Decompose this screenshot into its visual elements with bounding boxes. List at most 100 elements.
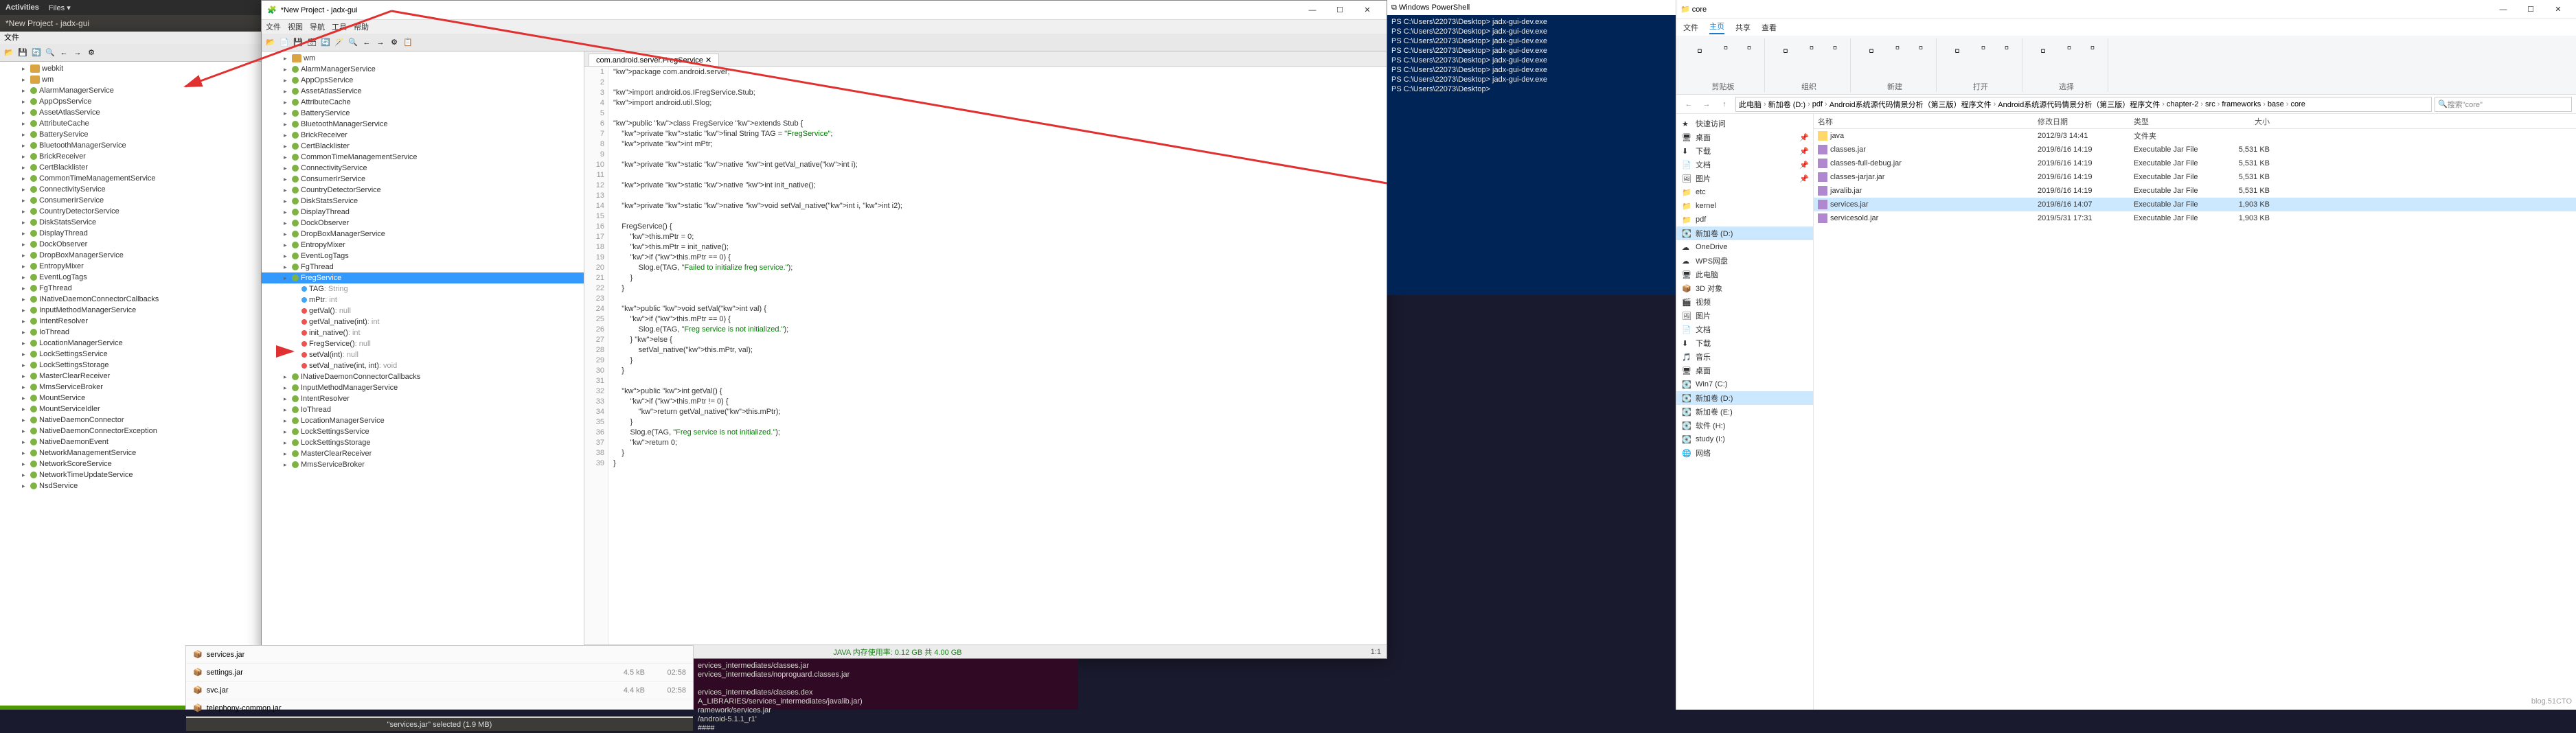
search-box[interactable]: 🔍 搜索"core" — [2435, 97, 2572, 112]
tree-node[interactable]: ▸MasterClearReceiver — [0, 371, 273, 382]
tree-node[interactable]: ▸LockSettingsStorage — [262, 437, 584, 448]
nav-item[interactable]: 💽study (I:) — [1676, 432, 1813, 446]
nav-item[interactable]: 📄文档📌 — [1676, 158, 1813, 172]
back-icon[interactable]: ← — [58, 47, 70, 59]
nav-item[interactable]: ☁WPS网盘 — [1676, 254, 1813, 268]
nautilus-row[interactable]: 📦settings.jar4.5 kB02:58 — [186, 664, 693, 682]
ribbon-button[interactable]: ▫ — [1859, 38, 1884, 63]
tree-node[interactable]: ▸BrickReceiver — [0, 151, 273, 162]
nav-item[interactable]: 💽新加卷 (D:) — [1676, 391, 1813, 405]
tree-node[interactable]: ▸CountryDetectorService — [262, 185, 584, 196]
tree-node[interactable]: ▸CommonTimeManagementService — [262, 152, 584, 163]
file-row[interactable]: servicesold.jar2019/5/31 17:31Executable… — [1814, 211, 2576, 225]
tree-node[interactable]: ▸IoThread — [262, 404, 584, 415]
file-row[interactable]: classes-jarjar.jar2019/6/16 14:19Executa… — [1814, 170, 2576, 184]
tree-node[interactable]: ▸EntropyMixer — [262, 240, 584, 251]
menu-item[interactable]: 导航 — [310, 21, 325, 32]
tree-node[interactable]: ▸LockSettingsService — [0, 349, 273, 360]
tree-node[interactable]: ▸LockSettingsService — [262, 426, 584, 437]
nav-item[interactable]: 🎵音乐 — [1676, 350, 1813, 364]
tree-node[interactable]: ▸LocationManagerService — [262, 415, 584, 426]
tree-node[interactable]: ▸NetworkTimeUpdateService — [0, 469, 273, 480]
fwd-icon[interactable]: → — [71, 47, 84, 59]
tree-node[interactable]: ▸MmsServiceBroker — [0, 382, 273, 393]
ribbon-tab[interactable]: 文件 — [1683, 22, 1698, 33]
ribbon-button[interactable]: ▫ — [1740, 38, 1759, 58]
tree-node[interactable]: ▸BluetoothManagerService — [0, 140, 273, 151]
tree-node[interactable]: ▸EventLogTags — [262, 251, 584, 261]
ribbon-button[interactable]: ▫ — [2083, 38, 2102, 58]
tree-node[interactable]: ▸FgThread — [0, 283, 273, 294]
nav-fwd[interactable]: → — [1698, 97, 1715, 112]
breadcrumb-segment[interactable]: pdf — [1812, 100, 1823, 108]
tree-node[interactable]: ▸InputMethodManagerService — [0, 305, 273, 316]
ribbon-button[interactable]: ▫ — [2060, 38, 2079, 58]
breadcrumb-segment[interactable]: chapter-2 — [2167, 100, 2198, 108]
tree-node[interactable]: ▸LockSettingsStorage — [0, 360, 273, 371]
ribbon-button[interactable]: ▫ — [1825, 38, 1845, 58]
tree-node[interactable]: ▸CertBlacklister — [262, 141, 584, 152]
breadcrumb-segment[interactable]: core — [2290, 100, 2305, 108]
search-icon[interactable]: 🔍 — [44, 47, 56, 59]
tree-node[interactable]: ▸AssetAtlasService — [0, 107, 273, 118]
breadcrumb-segment[interactable]: Android系统源代码情景分析（第三版）程序文件 — [1830, 99, 1992, 110]
activities-label[interactable]: Activities — [5, 3, 39, 12]
search-icon[interactable]: 🔍 — [347, 36, 359, 49]
nav-item[interactable]: 🎬视频 — [1676, 295, 1813, 309]
ps-terminal[interactable]: PS C:\Users\22073\Desktop> jadx-gui-dev.… — [1387, 15, 1676, 97]
tree-node[interactable]: ▸DropBoxManagerService — [0, 250, 273, 261]
ribbon-tab[interactable]: 主页 — [1709, 21, 1724, 34]
file-row[interactable]: classes-full-debug.jar2019/6/16 14:19Exe… — [1814, 156, 2576, 170]
breadcrumb-segment[interactable]: frameworks — [2222, 100, 2261, 108]
tree-node[interactable]: ▸InputMethodManagerService — [262, 382, 584, 393]
tree-node[interactable]: ▸AttributeCache — [262, 97, 584, 108]
tree-node[interactable]: ▸wm — [0, 74, 273, 85]
tree-node[interactable]: ▸MasterClearReceiver — [262, 448, 584, 459]
ribbon-tab[interactable]: 共享 — [1735, 22, 1751, 33]
nav-item[interactable]: 📦3D 对象 — [1676, 281, 1813, 295]
class-tree-main[interactable]: ▸wm▸AlarmManagerService▸AppOpsService▸As… — [262, 51, 584, 658]
nav-item[interactable]: 💽新加卷 (D:) — [1676, 226, 1813, 240]
tree-node[interactable]: setVal_native(int, int) : void — [262, 360, 584, 371]
new-icon[interactable]: 📄 — [278, 36, 290, 49]
tree-node[interactable]: ▸AlarmManagerService — [0, 85, 273, 96]
exp-max[interactable]: ☐ — [2517, 0, 2544, 19]
tree-node[interactable]: ▸LocationManagerService — [0, 338, 273, 349]
file-row[interactable]: services.jar2019/6/16 14:07Executable Ja… — [1814, 198, 2576, 211]
nav-item[interactable]: ⬇下载 — [1676, 336, 1813, 350]
tree-node[interactable]: ▸AppOpsService — [262, 75, 584, 86]
tree-node[interactable]: ▸NativeDaemonConnectorException — [0, 426, 273, 437]
save-icon[interactable]: 💾 — [16, 47, 29, 59]
tree-node[interactable]: ▸DiskStatsService — [262, 196, 584, 207]
ribbon-tab[interactable]: 查看 — [1762, 22, 1777, 33]
tree-node[interactable]: ▸MountServiceIdler — [0, 404, 273, 415]
maximize-button[interactable]: ☐ — [1326, 1, 1354, 20]
ribbon-button[interactable]: ▫ — [1716, 38, 1735, 58]
tree-node[interactable]: ▸CertBlacklister — [0, 162, 273, 173]
nav-item[interactable]: 💽软件 (H:) — [1676, 419, 1813, 432]
tree-node[interactable]: ▸EntropyMixer — [0, 261, 273, 272]
breadcrumb-segment[interactable]: src — [2205, 100, 2215, 108]
nav-item[interactable]: 🖥此电脑 — [1676, 268, 1813, 281]
exp-close[interactable]: ✕ — [2544, 0, 2572, 19]
tree-node[interactable]: ▸EventLogTags — [0, 272, 273, 283]
menu-item[interactable]: 工具 — [332, 21, 347, 32]
nautilus-row[interactable]: 📦telephony-common.jar — [186, 699, 693, 717]
nav-item[interactable]: 📁etc — [1676, 185, 1813, 199]
tree-node[interactable]: ▸IoThread — [0, 327, 273, 338]
nav-item[interactable]: ★快速访问 — [1676, 117, 1813, 130]
tree-node[interactable]: ▸BatteryService — [262, 108, 584, 119]
tree-node[interactable]: ▸DockObserver — [0, 239, 273, 250]
nav-item[interactable]: 📁pdf — [1676, 213, 1813, 226]
ribbon-button[interactable]: ▫ — [1687, 38, 1712, 63]
wand-icon[interactable]: 🪄 — [333, 36, 345, 49]
nav-back[interactable]: ← — [1680, 97, 1697, 112]
tree-node[interactable]: ▸NativeDaemonConnector — [0, 415, 273, 426]
ribbon-button[interactable]: ▫ — [2031, 38, 2055, 63]
menu-item[interactable]: 视图 — [288, 21, 303, 32]
tree-node[interactable]: ▸IntentResolver — [262, 393, 584, 404]
tree-node[interactable]: ▸NetworkScoreService — [0, 458, 273, 469]
tree-node[interactable]: getVal_native(int) : int — [262, 316, 584, 327]
nautilus-row[interactable]: 📦svc.jar4.4 kB02:58 — [186, 682, 693, 699]
close-button[interactable]: ✕ — [1354, 1, 1381, 20]
